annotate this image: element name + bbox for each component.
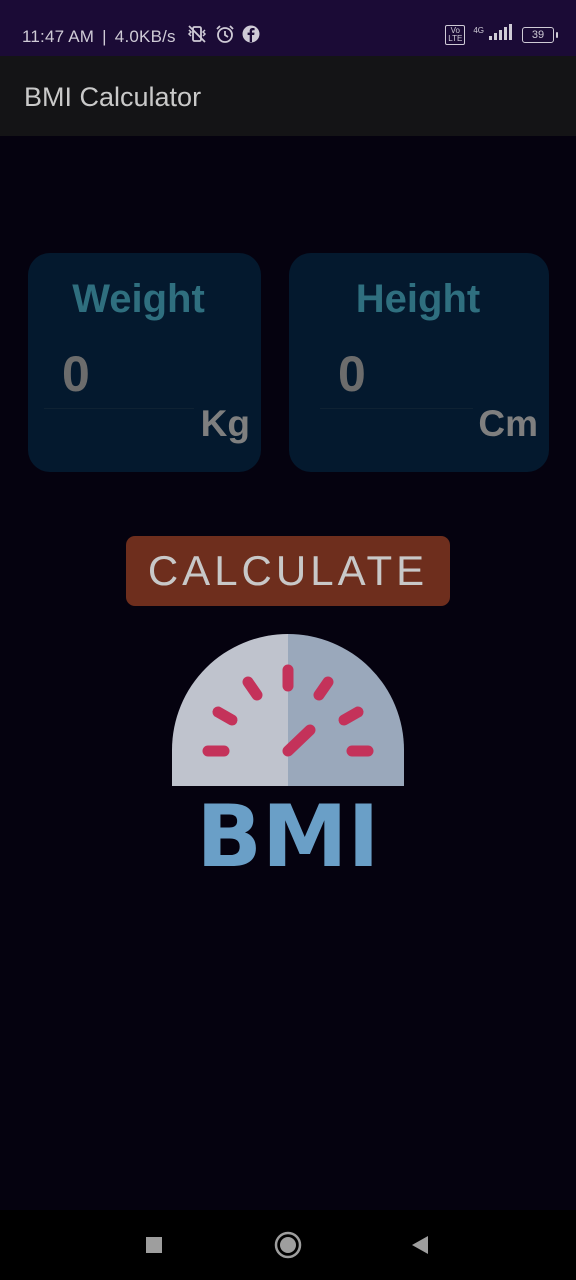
volte-icon: Vo LTE — [445, 24, 466, 45]
battery-level: 39 — [531, 28, 545, 41]
status-time: 11:47 AM — [22, 26, 95, 46]
home-icon — [274, 1231, 302, 1259]
alarm-icon — [214, 23, 236, 50]
weight-card: Weight Kg — [28, 253, 261, 472]
logo-text: BMI — [196, 787, 379, 872]
battery-icon: 39 — [522, 26, 558, 43]
weight-unit: Kg — [200, 403, 250, 444]
notification-icons — [186, 23, 260, 50]
gauge-icon: BMI — [172, 634, 404, 887]
home-button[interactable] — [262, 1210, 314, 1280]
vibrate-off-icon — [186, 23, 208, 50]
network-speed: 4.0KB/s — [114, 26, 176, 46]
bmi-logo: BMI — [170, 632, 406, 887]
back-icon — [412, 1236, 428, 1254]
signal-icon — [488, 24, 514, 45]
status-bar: 11:47 AM | 4.0KB/s Vo LTE 4G 39 — [0, 0, 576, 56]
back-button[interactable] — [394, 1210, 446, 1280]
network-generation: 4G — [473, 26, 484, 35]
status-separator: | — [102, 26, 107, 46]
calculate-button[interactable]: CALCULATE — [126, 536, 450, 606]
navigation-bar — [0, 1210, 576, 1280]
facebook-icon — [242, 25, 260, 48]
height-title: Height — [355, 277, 481, 321]
status-left: 11:47 AM | 4.0KB/s — [22, 23, 260, 50]
weight-input[interactable] — [44, 339, 194, 409]
recents-icon — [146, 1237, 162, 1253]
recents-button[interactable] — [128, 1210, 180, 1280]
screen: 11:47 AM | 4.0KB/s Vo LTE 4G 39 BMI Calc… — [0, 0, 576, 1280]
height-card: Height Cm — [289, 253, 549, 472]
height-input[interactable] — [320, 339, 473, 409]
status-right: Vo LTE 4G 39 — [445, 24, 558, 45]
height-unit: Cm — [478, 403, 538, 444]
app-bar: BMI Calculator — [0, 56, 576, 136]
weight-title: Weight — [72, 277, 205, 321]
app-title: BMI Calculator — [24, 82, 202, 112]
